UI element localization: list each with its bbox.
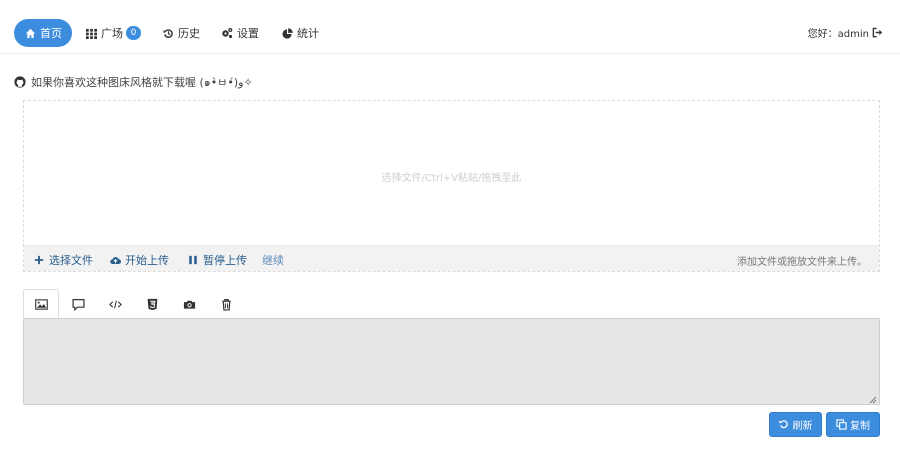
refresh-button[interactable]: 刷新 <box>769 412 822 437</box>
grid-icon <box>85 27 97 39</box>
refresh-icon <box>778 419 790 430</box>
copy-icon <box>836 419 847 430</box>
pause-upload-button[interactable]: 暂停上传 <box>188 252 247 268</box>
tab-html[interactable] <box>134 289 170 319</box>
sign-out-icon[interactable] <box>872 27 883 38</box>
image-icon <box>34 298 48 310</box>
pause-icon <box>188 255 199 266</box>
nav-history-label: 历史 <box>178 27 200 40</box>
nav-settings[interactable]: 设置 <box>221 19 259 47</box>
trash-icon <box>221 298 231 311</box>
nav-stats-label: 统计 <box>297 27 319 40</box>
square-count-badge: 0 <box>126 26 141 40</box>
tab-camera[interactable] <box>171 289 207 319</box>
drop-hint: 选择文件/Ctrl+V粘贴/拖拽至此 <box>381 173 522 184</box>
resume-upload-button[interactable]: 继续 <box>262 252 284 268</box>
user-menu[interactable]: 您好：admin <box>808 25 883 40</box>
output-format-tabs <box>23 289 880 319</box>
nav-home-label: 首页 <box>40 27 62 40</box>
refresh-label: 刷新 <box>792 421 813 432</box>
download-tip: 如果你喜欢这种图床风格就下载喔 (๑•̀ㅂ•́)و✧ <box>14 73 253 91</box>
nav-stats[interactable]: 统计 <box>281 19 319 47</box>
plus-icon <box>34 255 45 266</box>
nav-home[interactable]: 首页 <box>14 19 72 47</box>
top-navbar: 首页 广场 0 历史 设置 统计 您好：admin <box>0 0 900 54</box>
resume-upload-label: 继续 <box>262 254 284 267</box>
cogs-icon <box>221 27 233 39</box>
upload-status-hint: 添加文件或拖放文件来上传。 <box>737 257 867 268</box>
resize-grip-icon[interactable] <box>868 394 877 404</box>
nav-square-label: 广场 <box>101 27 123 40</box>
nav-settings-label: 设置 <box>237 27 259 40</box>
cloud-upload-icon <box>110 255 121 266</box>
history-icon <box>162 27 174 39</box>
comment-icon <box>71 298 85 311</box>
upload-toolbar: 选择文件 开始上传 暂停上传 继续 添加文件或拖放文件来上传。 <box>24 245 879 271</box>
select-file-button[interactable]: 选择文件 <box>34 252 93 268</box>
tab-image[interactable] <box>23 289 59 319</box>
copy-button[interactable]: 复制 <box>826 412 880 437</box>
user-greeting: 您好：admin <box>807 29 869 40</box>
nav-history[interactable]: 历史 <box>162 19 200 47</box>
camera-icon <box>183 300 195 309</box>
home-icon <box>24 27 36 39</box>
nav-square[interactable]: 广场 0 <box>85 19 141 47</box>
copy-label: 复制 <box>850 421 870 432</box>
upload-dropzone[interactable]: 选择文件/Ctrl+V粘贴/拖拽至此 选择文件 开始上传 暂停上传 继续 添加文… <box>23 100 880 272</box>
pie-chart-icon <box>281 27 293 39</box>
output-textarea[interactable] <box>23 318 880 405</box>
tip-text: 如果你喜欢这种图床风格就下载喔 (๑•̀ㅂ•́)و✧ <box>31 76 253 89</box>
tab-code[interactable] <box>97 289 133 319</box>
code-icon <box>108 300 122 308</box>
tab-comment[interactable] <box>60 289 96 319</box>
pause-upload-label: 暂停上传 <box>203 254 247 267</box>
html5-icon <box>147 298 157 310</box>
github-icon[interactable] <box>14 76 26 88</box>
start-upload-button[interactable]: 开始上传 <box>110 252 169 268</box>
select-file-label: 选择文件 <box>49 254 93 267</box>
start-upload-label: 开始上传 <box>125 254 169 267</box>
tab-clear[interactable] <box>208 289 244 319</box>
